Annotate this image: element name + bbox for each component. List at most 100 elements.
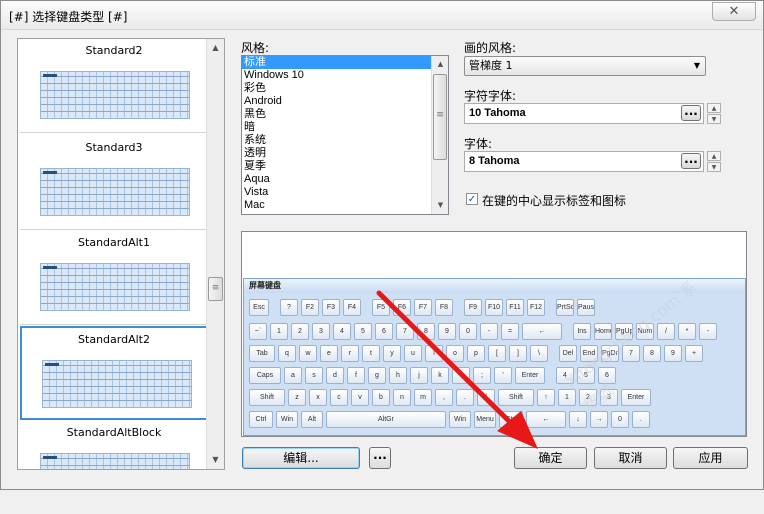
font-browse-button[interactable]: ... [681,153,701,169]
keyboard-thumbnail [40,453,190,469]
preview-key: f [347,367,365,384]
char-font-field[interactable]: 10 Tahoma [464,103,704,124]
preview-key: ↓ [569,411,587,428]
preview-key: - [480,323,498,340]
preview-key: 7 [622,345,640,362]
layout-name: Standard3 [85,141,143,154]
close-button[interactable]: ✕ [712,2,756,21]
list-item-selected[interactable]: StandardAlt2 [20,326,208,420]
style-list-scrollbar[interactable]: ▲ ≡ ▼ [431,56,448,214]
preview-key: k [431,367,449,384]
preview-key: Enter [515,367,545,384]
list-item[interactable]: Standard3 [20,136,208,230]
layout-list-scrollbar[interactable]: ▲ ≡ ▼ [206,39,224,469]
scroll-down-icon[interactable]: ▼ [432,197,448,214]
preview-key: Ins [573,323,591,340]
layout-name: Standard2 [85,44,143,57]
preview-key: v [351,389,369,406]
preview-key: 9 [438,323,456,340]
keyboard-thumbnail [40,263,190,311]
list-item[interactable]: StandardAltBlock [20,421,208,469]
preview-key: . [632,411,650,428]
spin-up-icon[interactable]: ▲ [707,151,721,161]
style-option[interactable]: Android [242,95,448,108]
preview-key: Shift [498,389,534,406]
paint-style-value: 管梯度 1 [469,59,513,72]
preview-key: F2 [301,299,319,316]
font-spinner[interactable]: ▲ ▼ [707,151,721,173]
preview-key: 1 [270,323,288,340]
list-item[interactable]: StandardAlt1 [20,231,208,325]
more-button[interactable]: ... [369,447,391,469]
preview-key: 1 [558,389,576,406]
char-font-browse-button[interactable]: ... [681,105,701,121]
scroll-up-icon[interactable]: ▲ [432,56,448,73]
font-field[interactable]: 8 Tahoma [464,151,704,172]
style-option[interactable]: 黑色 [242,108,448,121]
preview-key: ← [522,323,562,340]
ok-button[interactable]: 确定 [514,447,587,469]
preview-key: 7 [396,323,414,340]
style-option[interactable]: 夏季 [242,160,448,173]
preview-key: Num [636,323,654,340]
preview-key: PgUp [615,323,633,340]
preview-key: s [305,367,323,384]
preview-key: = [501,323,519,340]
style-option[interactable]: 系统 [242,134,448,147]
spin-down-icon[interactable]: ▼ [707,114,721,124]
preview-key: t [362,345,380,362]
layout-name: StandardAlt1 [78,236,150,249]
apply-button[interactable]: 应用 [673,447,748,469]
preview-key: . [456,389,474,406]
layout-list[interactable]: Standard2 Standard3 StandardAlt1 Standar… [17,38,225,470]
preview-key: 8 [643,345,661,362]
preview-key: 0 [459,323,477,340]
style-option[interactable]: Aqua [242,173,448,186]
preview-key: + [685,345,703,362]
char-font-spinner[interactable]: ▲ ▼ [707,103,721,125]
dialog-window: [#] 选择键盘类型 [#] ✕ Standard2 Standard3 Sta… [0,0,764,490]
preview-key: 2 [579,389,597,406]
cancel-button[interactable]: 取消 [594,447,667,469]
preview-key: Alt [301,411,323,428]
style-option[interactable]: 透明 [242,147,448,160]
style-option[interactable]: 暗 [242,121,448,134]
style-option[interactable]: Windows 10 [242,69,448,82]
preview-key: \ [530,345,548,362]
scroll-up-icon[interactable]: ▲ [207,39,224,56]
spin-up-icon[interactable]: ▲ [707,103,721,113]
scroll-thumb[interactable]: ≡ [433,74,447,160]
preview-key: ? [280,299,298,316]
preview-key: Enter [621,389,651,406]
scroll-down-icon[interactable]: ▼ [207,451,224,468]
style-option[interactable]: Mac [242,199,448,212]
preview-key: Shift [249,389,285,406]
preview-key: 6 [375,323,393,340]
layout-name: StandardAlt2 [78,333,150,346]
font-label: 字体: [464,137,493,151]
preview-key: Ctrl [249,411,273,428]
preview-key: F7 [414,299,432,316]
edit-button[interactable]: 编辑... [242,447,360,469]
preview-key: End [580,345,598,362]
style-option[interactable]: 彩色 [242,82,448,95]
preview-key: 8 [417,323,435,340]
keyboard-preview: 屏幕键盘 Esc? F2 F3 F4 F5 F6 F7 F8 F9 F10 F11 F12 PrtSc P… [241,231,747,437]
preview-key: ' [494,367,512,384]
preview-key: F4 [343,299,361,316]
preview-key: F5 [372,299,390,316]
preview-key: h [389,367,407,384]
preview-key: i [425,345,443,362]
style-listbox[interactable]: 标准 Windows 10 彩色 Android 黑色暗系统 透明 夏季 Aqua Vista M… [241,55,449,215]
list-item[interactable]: Standard2 [20,39,208,133]
style-option[interactable]: 标准 [242,56,448,69]
preview-key: ] [509,345,527,362]
style-option[interactable]: Vista [242,186,448,199]
spin-down-icon[interactable]: ▼ [707,162,721,172]
paint-style-select[interactable]: 管梯度 1 ▼ [464,56,706,76]
preview-key: w [299,345,317,362]
show-center-checkbox[interactable]: ✓ [466,193,478,205]
preview-key: - [699,323,717,340]
scroll-thumb[interactable]: ≡ [208,277,223,301]
preview-key: x [309,389,327,406]
